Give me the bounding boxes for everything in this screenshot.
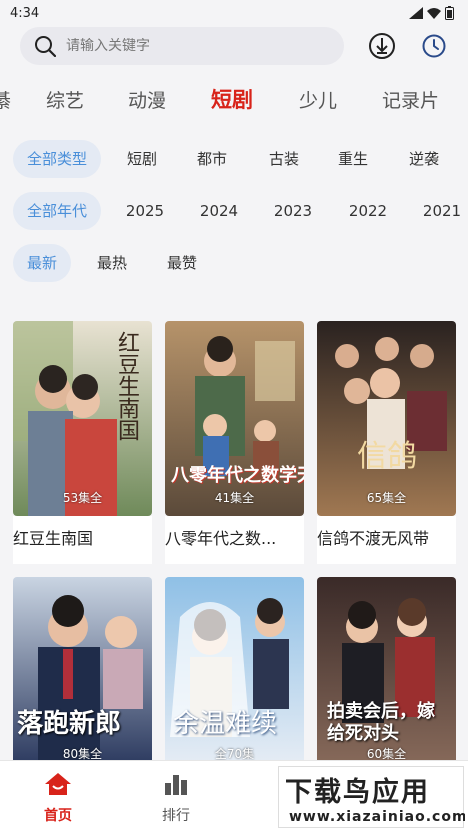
filter-year-2024[interactable]: 2024 bbox=[191, 192, 247, 230]
search-box[interactable] bbox=[20, 27, 344, 65]
episode-count: 41集全 bbox=[214, 491, 255, 505]
status-time: 4:34 bbox=[10, 5, 40, 21]
poster-image: 信鸽 65集全 bbox=[317, 321, 456, 516]
download-button[interactable] bbox=[366, 30, 398, 62]
tab-anime[interactable]: 动漫 bbox=[128, 86, 166, 113]
sort-filter-row: 最新 最热 最赞 bbox=[0, 244, 468, 282]
poster-text: 八零年代之数学天才 bbox=[171, 465, 304, 486]
filter-year-all[interactable]: 全部年代 bbox=[13, 192, 101, 230]
poster-image: 红豆生南国 53集全 bbox=[13, 321, 152, 516]
filter-year-2021[interactable]: 2021 bbox=[414, 192, 468, 230]
ranking-icon bbox=[165, 775, 187, 795]
poster-text: 拍卖会后，嫁给死对头 bbox=[327, 701, 435, 744]
filter-type-short[interactable]: 短剧 bbox=[114, 140, 170, 178]
status-icons bbox=[409, 6, 454, 20]
history-button[interactable] bbox=[418, 30, 450, 62]
sort-top-rated[interactable]: 最赞 bbox=[156, 244, 208, 282]
poster-text: 落跑新郎 bbox=[17, 709, 122, 739]
sort-hottest[interactable]: 最热 bbox=[86, 244, 138, 282]
poster-text: 信鸽 bbox=[357, 439, 417, 474]
year-filter-row: 全部年代 2025 2024 2023 2022 2021 bbox=[0, 192, 468, 230]
filter-type-all[interactable]: 全部类型 bbox=[13, 140, 101, 178]
drama-card[interactable]: 八零年代之数学天才 41集全 八零年代之数... bbox=[165, 321, 304, 564]
filter-year-2025[interactable]: 2025 bbox=[117, 192, 173, 230]
filter-year-2022[interactable]: 2022 bbox=[340, 192, 396, 230]
home-icon bbox=[45, 773, 71, 795]
filter-type-comeback[interactable]: 逆袭 bbox=[396, 140, 452, 178]
filter-year-2023[interactable]: 2023 bbox=[265, 192, 321, 230]
drama-card[interactable]: 信鸽 65集全 信鸽不渡无风带 bbox=[317, 321, 456, 564]
sort-latest[interactable]: 最新 bbox=[13, 244, 71, 282]
poster-image: 落跑新郎 80集全 bbox=[13, 577, 152, 772]
watermark-graphic: 下载鸟应用 www.xiazainiao.com bbox=[285, 776, 467, 825]
tab-kids[interactable]: 少儿 bbox=[299, 86, 337, 113]
poster-text: 红豆生南国 bbox=[114, 331, 139, 441]
signal-icon bbox=[409, 7, 423, 19]
episode-count: 53集全 bbox=[62, 491, 103, 505]
svg-text:www.xiazainiao.com: www.xiazainiao.com bbox=[289, 809, 465, 825]
search-icon bbox=[35, 36, 56, 57]
tab-short-drama[interactable]: 短剧 bbox=[211, 84, 253, 114]
download-icon bbox=[369, 33, 395, 59]
type-filter-row: 全部类型 短剧 都市 古装 重生 逆袭 bbox=[0, 140, 468, 178]
poster-text: 余温难续 bbox=[173, 709, 278, 739]
filter-type-costume[interactable]: 古装 bbox=[256, 140, 312, 178]
tab-variety[interactable]: 综艺 bbox=[46, 86, 84, 113]
drama-title: 八零年代之数... bbox=[165, 516, 304, 564]
tab-documentary[interactable]: 记录片 bbox=[382, 86, 439, 113]
battery-icon bbox=[445, 6, 454, 20]
status-bar: 4:34 bbox=[0, 0, 468, 26]
category-tabs: 綦 综艺 动漫 短剧 少儿 记录片 bbox=[0, 80, 468, 120]
drama-title: 红豆生南国 bbox=[13, 516, 152, 564]
filter-type-rebirth[interactable]: 重生 bbox=[325, 140, 381, 178]
drama-title: 信鸽不渡无风带 bbox=[317, 516, 456, 564]
poster-image: 八零年代之数学天才 41集全 bbox=[165, 321, 304, 516]
svg-text:下载鸟应用: 下载鸟应用 bbox=[285, 776, 430, 808]
episode-count: 65集全 bbox=[366, 491, 407, 505]
drama-card[interactable]: 红豆生南国 53集全 红豆生南国 bbox=[13, 321, 152, 564]
nav-ranking-label: 排行 bbox=[162, 808, 190, 824]
nav-ranking[interactable]: 排行 bbox=[146, 771, 206, 825]
watermark-logo: 下载鸟应用 www.xiazainiao.com bbox=[278, 766, 467, 828]
tab-partial-left[interactable]: 綦 bbox=[0, 86, 11, 113]
search-input[interactable] bbox=[66, 38, 306, 54]
poster-image: 余温难续 全70集 bbox=[165, 577, 304, 772]
search-row bbox=[0, 26, 468, 66]
poster-image: 拍卖会后，嫁给死对头 60集全 bbox=[317, 577, 456, 772]
history-clock-icon bbox=[422, 34, 446, 58]
nav-home[interactable]: 首页 bbox=[28, 771, 88, 825]
nav-home-label: 首页 bbox=[44, 808, 72, 824]
wifi-icon bbox=[427, 8, 441, 19]
filter-type-urban[interactable]: 都市 bbox=[184, 140, 240, 178]
